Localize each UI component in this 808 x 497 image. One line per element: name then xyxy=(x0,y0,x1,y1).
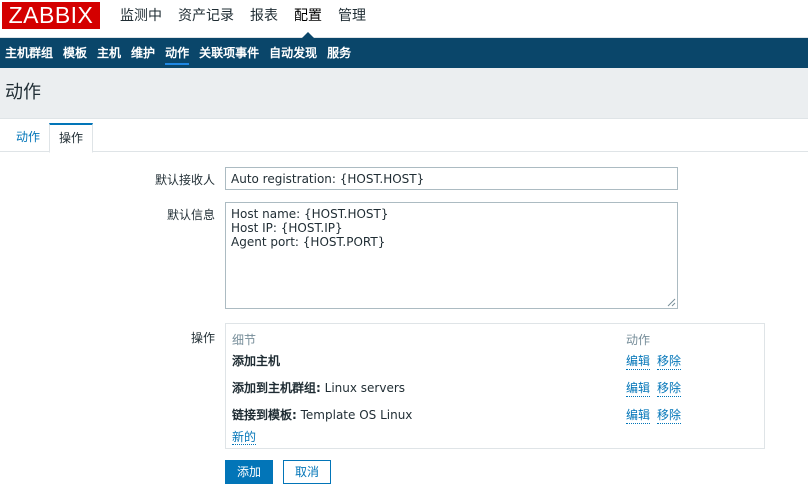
subnav-services[interactable]: 服务 xyxy=(322,38,356,68)
edit-link[interactable]: 编辑 xyxy=(626,352,651,370)
subnav-host-groups[interactable]: 主机群组 xyxy=(0,38,58,68)
sub-navigation: 主机群组 模板 主机 维护 动作 关联项事件 自动发现 服务 xyxy=(0,38,808,68)
edit-link[interactable]: 编辑 xyxy=(626,379,651,397)
tab-action[interactable]: 动作 xyxy=(7,123,49,152)
cancel-button[interactable]: 取消 xyxy=(283,460,331,484)
subnav-event-correlation[interactable]: 关联项事件 xyxy=(194,38,264,68)
operation-type: 添加主机 xyxy=(232,354,281,368)
operation-row-3-actions: 编辑 移除 xyxy=(626,406,682,424)
recipient-input[interactable] xyxy=(225,167,678,190)
main-menu: 监测中 资产记录 报表 配置 管理 xyxy=(112,0,374,38)
subnav-hosts[interactable]: 主机 xyxy=(92,38,126,68)
operation-detail: Template OS Linux xyxy=(296,408,413,422)
operations-label: 操作 xyxy=(190,331,215,345)
operation-row-2: 添加到主机群组: Linux servers xyxy=(232,379,405,396)
remove-link[interactable]: 移除 xyxy=(657,379,682,397)
new-operation-link[interactable]: 新的 xyxy=(232,430,257,445)
operations-table: 细节 动作 添加主机 编辑 移除 添加到主机群组: Linux servers … xyxy=(225,323,765,449)
operation-row-1-actions: 编辑 移除 xyxy=(626,352,682,370)
resize-grip-icon[interactable] xyxy=(667,298,676,307)
operation-type: 添加到主机群组: xyxy=(232,381,321,395)
message-line: Host name: {HOST.HOST} xyxy=(231,207,389,221)
operation-row-3: 链接到模板: Template OS Linux xyxy=(232,406,412,423)
menu-monitoring[interactable]: 监测中 xyxy=(112,0,170,38)
remove-link[interactable]: 移除 xyxy=(657,352,682,370)
recipient-label: 默认接收人 xyxy=(154,173,215,187)
edit-link[interactable]: 编辑 xyxy=(626,406,651,424)
tab-bar: 动作 操作 xyxy=(0,119,808,153)
message-label: 默认信息 xyxy=(166,208,215,222)
content-panel: 动作 操作 默认接收人 默认信息 Host name: {HOST.HOST} … xyxy=(0,118,808,497)
message-line: Host IP: {HOST.IP} xyxy=(231,221,343,235)
page-title: 动作 xyxy=(5,82,41,103)
remove-link[interactable]: 移除 xyxy=(657,406,682,424)
operation-detail: Linux servers xyxy=(320,381,406,395)
add-button[interactable]: 添加 xyxy=(225,460,273,484)
subnav-actions[interactable]: 动作 xyxy=(160,38,194,68)
message-textarea[interactable]: Host name: {HOST.HOST} Host IP: {HOST.IP… xyxy=(225,202,678,309)
menu-configuration[interactable]: 配置 xyxy=(286,0,330,38)
menu-administration[interactable]: 管理 xyxy=(330,0,374,38)
top-header: ZABBIX 监测中 资产记录 报表 配置 管理 xyxy=(0,0,808,38)
zabbix-logo[interactable]: ZABBIX xyxy=(2,2,100,29)
tab-operations[interactable]: 操作 xyxy=(49,123,94,153)
subnav-templates[interactable]: 模板 xyxy=(58,38,92,68)
message-line: Agent port: {HOST.PORT} xyxy=(231,235,386,249)
subnav-discovery[interactable]: 自动发现 xyxy=(264,38,322,68)
menu-inventory[interactable]: 资产记录 xyxy=(170,0,242,38)
subnav-maintenance[interactable]: 维护 xyxy=(126,38,160,68)
operation-row-1: 添加主机 xyxy=(232,352,280,369)
operation-type: 链接到模板: xyxy=(232,408,297,422)
menu-reports[interactable]: 报表 xyxy=(242,0,286,38)
column-details: 细节 xyxy=(232,333,257,347)
operation-row-2-actions: 编辑 移除 xyxy=(626,379,682,397)
column-action: 动作 xyxy=(626,333,651,347)
new-operation-row: 新的 xyxy=(232,428,257,445)
